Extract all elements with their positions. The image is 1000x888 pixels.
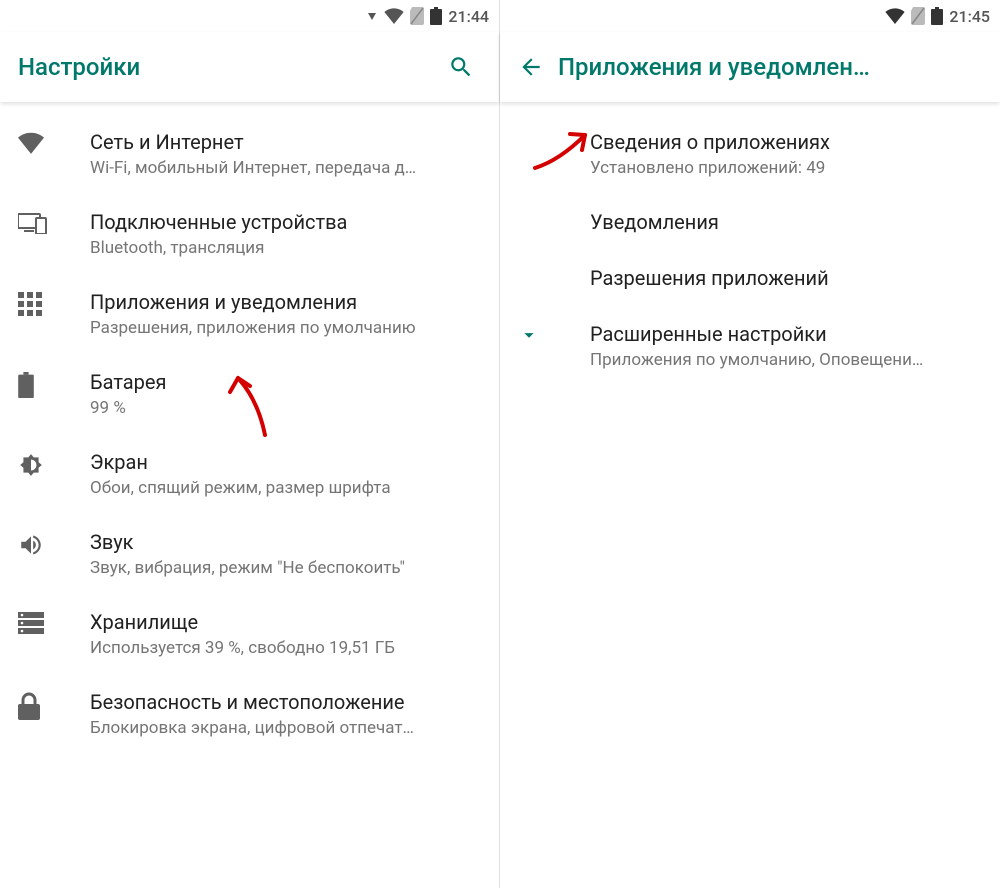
apps-list: Сведения о приложениях Установлено прило… (500, 102, 1000, 888)
sim-icon (410, 7, 424, 25)
search-button[interactable] (441, 54, 481, 80)
item-subtitle: Wi-Fi, мобильный Интернет, передача д… (90, 158, 481, 178)
item-title: Разрешения приложений (590, 266, 982, 290)
page-title: Приложения и уведомлен… (558, 53, 982, 81)
apps-item-app-info[interactable]: Сведения о приложениях Установлено прило… (500, 114, 1000, 194)
settings-item-storage[interactable]: Хранилище Используется 39 %, свободно 19… (0, 594, 499, 674)
battery-icon (18, 370, 90, 398)
item-subtitle: Bluetooth, трансляция (90, 238, 481, 258)
item-title: Расширенные настройки (590, 322, 982, 346)
item-title: Сведения о приложениях (590, 130, 982, 154)
back-arrow-icon (518, 54, 544, 80)
wifi-icon (384, 8, 404, 24)
status-bar: 21:45 (500, 0, 1000, 32)
item-title: Подключенные устройства (90, 210, 481, 234)
search-icon (448, 54, 474, 80)
wifi-icon (18, 130, 90, 154)
item-subtitle: Обои, спящий режим, размер шрифта (90, 478, 481, 498)
status-bar: 21:44 (0, 0, 499, 32)
item-title: Хранилище (90, 610, 481, 634)
item-subtitle: Используется 39 %, свободно 19,51 ГБ (90, 638, 481, 658)
item-title: Звук (90, 530, 481, 554)
storage-icon (18, 610, 90, 634)
apps-notifications-screen: 21:45 Приложения и уведомлен… Сведения о… (500, 0, 1000, 888)
settings-item-sound[interactable]: Звук Звук, вибрация, режим "Не беспокоит… (0, 514, 499, 594)
item-subtitle: Приложения по умолчанию, Оповещени… (590, 350, 982, 370)
settings-item-apps[interactable]: Приложения и уведомления Разрешения, при… (0, 274, 499, 354)
item-subtitle: Блокировка экрана, цифровой отпечат… (90, 718, 481, 738)
sim-icon (911, 7, 925, 25)
item-subtitle: 99 % (90, 398, 481, 418)
item-title: Экран (90, 450, 481, 474)
dropdown-icon (368, 13, 376, 20)
apps-item-advanced[interactable]: Расширенные настройки Приложения по умол… (500, 306, 1000, 386)
settings-item-network[interactable]: Сеть и Интернет Wi-Fi, мобильный Интерне… (0, 114, 499, 194)
battery-icon (430, 7, 442, 25)
wifi-icon (885, 8, 905, 24)
lock-icon (18, 690, 90, 720)
chevron-down-icon (518, 322, 590, 346)
settings-screen: 21:44 Настройки Сеть и Интернет Wi-Fi, м… (0, 0, 500, 888)
apps-icon (18, 290, 90, 316)
settings-item-connected-devices[interactable]: Подключенные устройства Bluetooth, транс… (0, 194, 499, 274)
sound-icon (18, 530, 90, 558)
settings-item-battery[interactable]: Батарея 99 % (0, 354, 499, 434)
item-title: Батарея (90, 370, 481, 394)
status-time: 21:45 (949, 7, 990, 26)
item-subtitle: Установлено приложений: 49 (590, 158, 982, 178)
item-subtitle: Звук, вибрация, режим "Не беспокоить" (90, 558, 481, 578)
battery-icon (931, 7, 943, 25)
devices-icon (18, 210, 90, 234)
item-title: Сеть и Интернет (90, 130, 481, 154)
app-bar: Приложения и уведомлен… (500, 32, 1000, 102)
page-title: Настройки (18, 53, 441, 81)
item-title: Безопасность и местоположение (90, 690, 481, 714)
settings-item-security[interactable]: Безопасность и местоположение Блокировка… (0, 674, 499, 754)
apps-item-permissions[interactable]: Разрешения приложений (500, 250, 1000, 306)
app-bar: Настройки (0, 32, 499, 102)
brightness-icon (18, 450, 90, 478)
settings-item-display[interactable]: Экран Обои, спящий режим, размер шрифта (0, 434, 499, 514)
apps-item-notifications[interactable]: Уведомления (500, 194, 1000, 250)
settings-list: Сеть и Интернет Wi-Fi, мобильный Интерне… (0, 102, 499, 888)
back-button[interactable] (518, 54, 558, 80)
item-title: Приложения и уведомления (90, 290, 481, 314)
item-subtitle: Разрешения, приложения по умолчанию (90, 318, 481, 338)
item-title: Уведомления (590, 210, 982, 234)
status-time: 21:44 (448, 7, 489, 26)
